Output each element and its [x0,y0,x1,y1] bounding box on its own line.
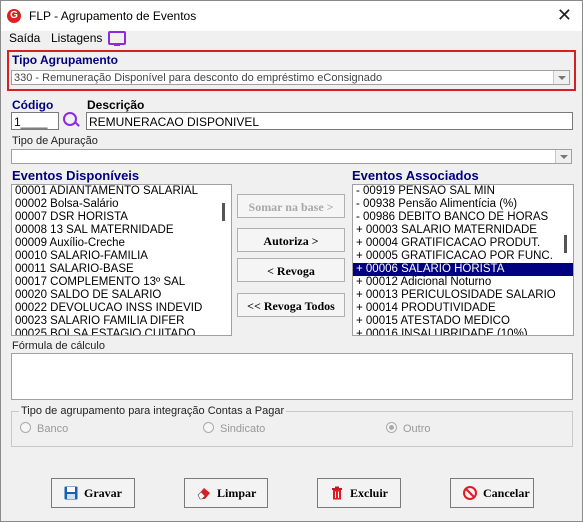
tipo-agrupamento-value: 330 - Remuneração Disponível para descon… [14,72,383,84]
list-item[interactable]: + 00015 ATESTADO MEDICO [353,315,573,328]
scrollbar[interactable] [558,354,572,399]
list-item[interactable]: 00011 SALARIO-BASE [12,263,231,276]
menu-listagens[interactable]: Listagens [51,31,102,45]
list-item[interactable]: + 00013 PERICULOSIDADE SALARIO [353,289,573,302]
cancelar-button[interactable]: Cancelar [450,478,534,508]
excluir-button[interactable]: Excluir [317,478,401,508]
codigo-label: Código [12,98,54,112]
monitor-icon[interactable] [108,31,126,46]
save-icon [64,486,78,500]
descricao-label: Descrição [87,98,145,112]
list-item[interactable]: + 00016 INSALUBRIDADE (10%) [353,328,573,335]
tipo-apuracao-select[interactable] [11,149,572,164]
gravar-button[interactable]: Gravar [51,478,135,508]
menu-bar: Saída Listagens [1,31,582,49]
radio-outro[interactable]: Outro [386,422,431,435]
list-item[interactable]: - 00986 DEBITO BANCO DE HORAS [353,211,573,224]
list-item[interactable]: - 00919 PENSAO SAL MIN [353,185,573,198]
integracao-label: Tipo de agrupamento para integração Cont… [19,405,287,417]
tipo-apuracao-label: Tipo de Apuração [12,135,98,147]
list-item[interactable]: 00001 ADIANTAMENTO SALARIAL [12,185,231,198]
eventos-associados-label: Eventos Associados [352,168,479,183]
list-item[interactable]: + 00014 PRODUTIVIDADE [353,302,573,315]
window-title: FLP - Agrupamento de Eventos [29,9,197,23]
radio-sindicato[interactable]: Sindicato [203,422,265,435]
limpar-label: Limpar [217,486,257,500]
eraser-icon [197,488,210,500]
list-item[interactable]: + 00012 Adicional Noturno [353,276,573,289]
list-item[interactable]: 00025 BOLSA ESTAGIO CUITADO [12,328,231,335]
eventos-disponiveis-label: Eventos Disponíveis [12,168,140,183]
list-item[interactable]: 00017 COMPLEMENTO 13º SAL [12,276,231,289]
revoga-button[interactable]: < Revoga [237,258,345,282]
codigo-field[interactable]: 1____ [11,112,59,130]
revoga-todos-button[interactable]: << Revoga Todos [237,293,345,317]
excluir-label: Excluir [350,486,388,500]
scrollbar[interactable] [559,185,573,335]
cancelar-label: Cancelar [483,486,530,500]
list-item[interactable]: 00020 SALDO DE SALARIO [12,289,231,302]
gravar-label: Gravar [84,486,122,500]
eventos-associados-list[interactable]: - 00919 PENSAO SAL MIN - 00938 Pensão Ali… [352,184,574,336]
list-item[interactable]: + 00004 GRATIFICACAO PRODUT. [353,237,573,250]
list-item[interactable]: + 00006 SALARIO HORISTA [353,263,573,276]
list-item[interactable]: 00008 13 SAL MATERNIDADE [12,224,231,237]
title-bar: G FLP - Agrupamento de Eventos ✕ [1,1,582,31]
dialog-window: G FLP - Agrupamento de Eventos ✕ Saída L… [0,0,583,522]
radio-banco[interactable]: Banco [20,422,68,435]
eventos-disponiveis-list[interactable]: 00001 ADIANTAMENTO SALARIAL 00002 Bolsa-S… [11,184,232,336]
list-item[interactable]: 00010 SALARIO-FAMILIA [12,250,231,263]
search-icon[interactable] [63,112,77,126]
radio-outro-label: Outro [403,423,431,435]
somar-na-base-button[interactable]: Somar na base > [237,194,345,218]
list-item[interactable]: 00002 Bolsa-Salário [12,198,231,211]
chevron-down-icon[interactable] [553,71,569,84]
chevron-down-icon[interactable] [555,150,571,163]
list-item[interactable]: 00022 DEVOLUCAO INSS INDEVID [12,302,231,315]
radio-icon [20,422,31,433]
list-item[interactable]: - 00938 Pensão Alimentícia (%) [353,198,573,211]
trash-icon [332,486,342,500]
radio-selected-icon [386,422,397,433]
formula-label: Fórmula de cálculo [12,340,105,352]
scrollbar[interactable] [217,185,231,335]
list-item[interactable]: 00007 DSR HORISTA [12,211,231,224]
descricao-field[interactable]: REMUNERACAO DISPONIVEL [86,112,573,130]
list-item[interactable]: 00023 SALARIO FAMILIA DIFER [12,315,231,328]
list-item[interactable]: + 00005 GRATIFICACAO POR FUNC. [353,250,573,263]
radio-banco-label: Banco [37,423,69,435]
tipo-agrupamento-select[interactable]: 330 - Remuneração Disponível para descon… [11,70,570,85]
radio-icon [203,422,214,433]
close-icon[interactable]: ✕ [557,5,572,26]
app-logo-icon: G [7,9,21,23]
list-item[interactable]: + 00003 SALARIO MATERNIDADE [353,224,573,237]
cancel-icon [463,486,477,500]
radio-sindicato-label: Sindicato [220,423,266,435]
list-item[interactable]: 00009 Auxílio-Creche [12,237,231,250]
tipo-agrupamento-label: Tipo Agrupamento [12,53,118,67]
formula-textarea[interactable] [11,353,573,400]
menu-saida[interactable]: Saída [9,31,40,45]
autoriza-button[interactable]: Autoriza > [237,228,345,252]
limpar-button[interactable]: Limpar [184,478,268,508]
